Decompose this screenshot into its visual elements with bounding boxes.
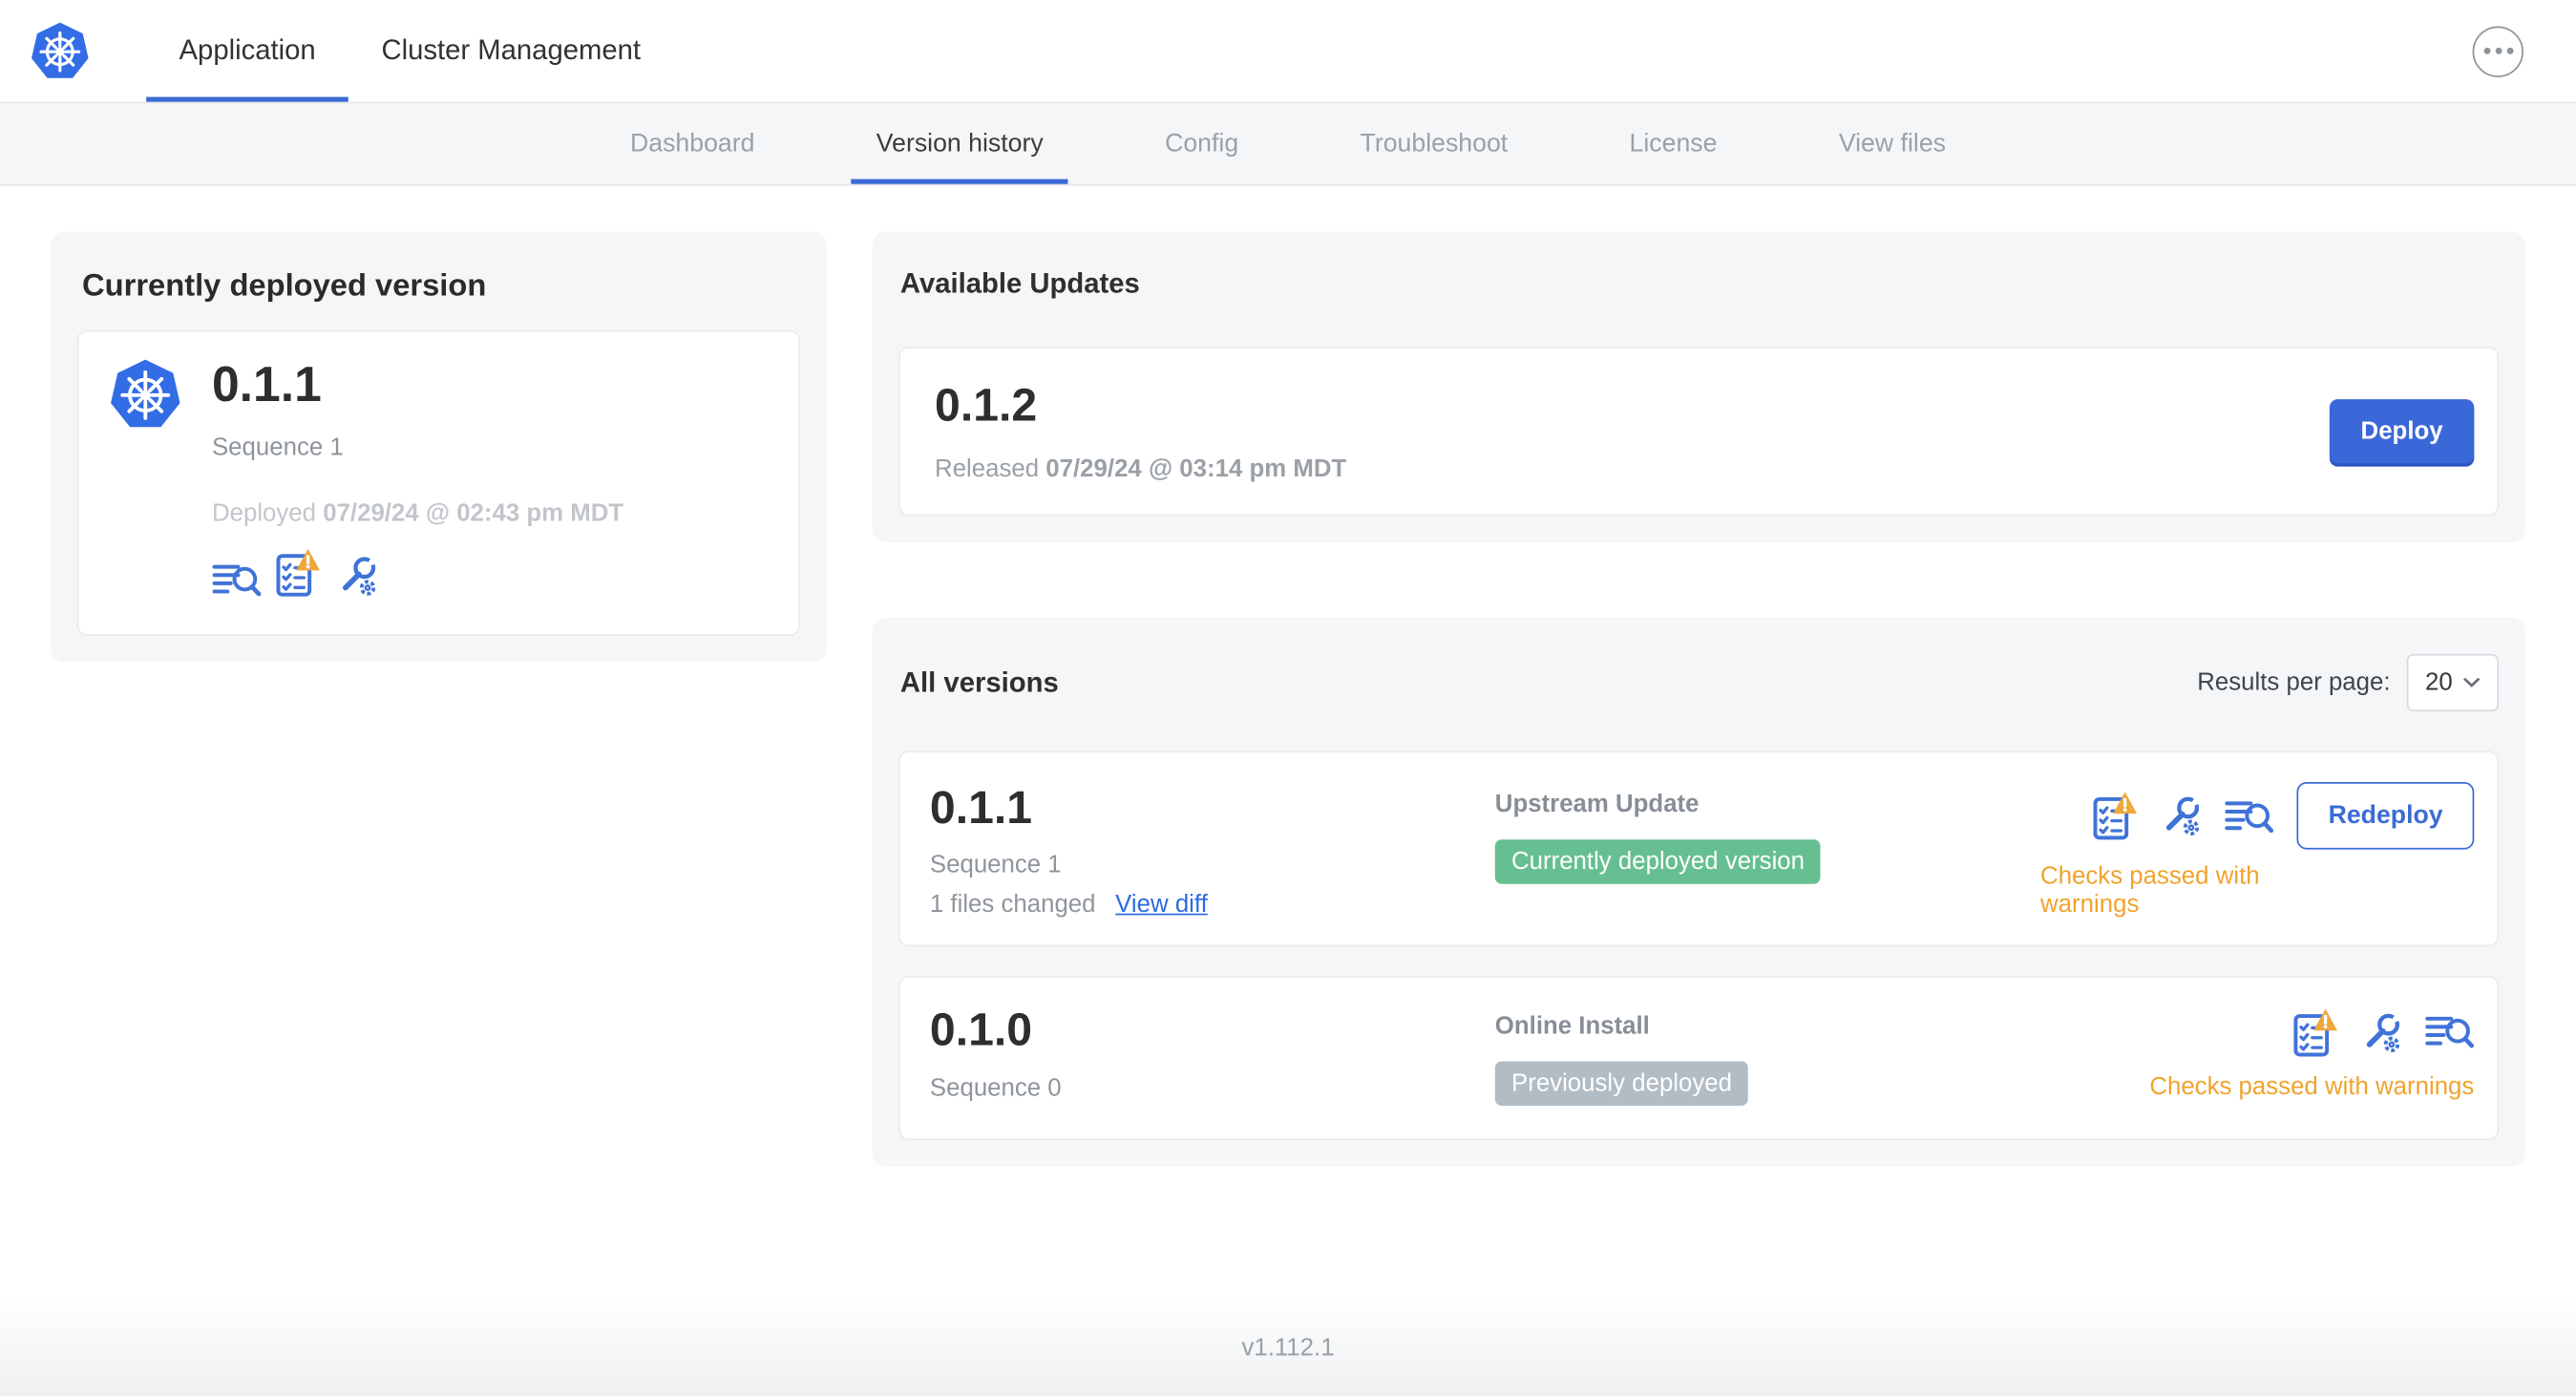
overflow-menu-button[interactable] xyxy=(2472,25,2523,77)
deployed-date-value: 07/29/24 @ 02:43 pm MDT xyxy=(323,499,624,528)
wrench-gear-icon[interactable] xyxy=(335,553,380,598)
deployed-version-panel: 0.1.1 Sequence 1 Deployed 07/29/24 @ 02:… xyxy=(76,329,800,636)
released-date-value: 07/29/24 @ 03:14 pm MDT xyxy=(1045,455,1347,484)
redeploy-button[interactable]: Redeploy xyxy=(2296,782,2475,850)
app-logo xyxy=(16,0,103,102)
version-source-label: Upstream Update xyxy=(1494,790,1700,819)
update-version-number: 0.1.2 xyxy=(935,379,1038,431)
topnav-spacer xyxy=(673,0,2472,102)
top-navigation: Application Cluster Management xyxy=(0,0,2576,104)
main-content: Currently deployed version 0.1.1 Sequenc… xyxy=(0,185,2576,1168)
chevron-down-icon xyxy=(2462,677,2481,688)
row-version-number: 0.1.1 xyxy=(929,782,1033,834)
wrench-gear-icon[interactable] xyxy=(2359,1009,2404,1054)
checks-status-text: Checks passed with warnings xyxy=(2040,862,2260,920)
deployed-date: Deployed 07/29/24 @ 02:43 pm MDT xyxy=(212,499,623,527)
available-updates-title: Available Updates xyxy=(899,267,1140,300)
row-actions xyxy=(2293,1005,2475,1061)
tab-view-files[interactable]: View files xyxy=(1814,103,1971,183)
kubernetes-logo xyxy=(32,21,89,77)
version-row: 0.1.0 Sequence 0 Online Install Previous… xyxy=(898,976,2500,1141)
kubernetes-logo xyxy=(111,359,180,428)
status-badge: Previously deployed xyxy=(1494,1062,1749,1107)
currently-deployed-title: Currently deployed version xyxy=(82,269,487,305)
tab-license[interactable]: License xyxy=(1605,103,1742,183)
view-diff-link[interactable]: View diff xyxy=(1115,891,1208,919)
results-per-page-value: 20 xyxy=(2424,668,2453,697)
checklist-warning-icon[interactable] xyxy=(2293,1007,2337,1058)
list-search-icon[interactable] xyxy=(2425,1014,2475,1050)
results-per-page-select[interactable]: 20 xyxy=(2406,654,2500,712)
tab-dashboard[interactable]: Dashboard xyxy=(605,103,779,183)
tab-troubleshoot[interactable]: Troubleshoot xyxy=(1336,103,1532,183)
console-version: v1.112.1 xyxy=(1241,1333,1335,1362)
topnav-tabs: Application Cluster Management xyxy=(146,0,673,102)
tab-config[interactable]: Config xyxy=(1140,103,1263,183)
tab-version-history[interactable]: Version history xyxy=(852,103,1068,184)
deployed-version-number: 0.1.1 xyxy=(211,358,322,412)
tab-cluster-management[interactable]: Cluster Management xyxy=(348,0,673,102)
ellipsis-icon xyxy=(2482,47,2513,54)
deployed-actions xyxy=(212,547,623,598)
checklist-warning-icon[interactable] xyxy=(276,547,321,598)
row-actions xyxy=(2093,782,2274,850)
currently-deployed-card: Currently deployed version 0.1.1 Sequenc… xyxy=(51,231,827,663)
results-per-page-label: Results per page: xyxy=(2197,668,2391,697)
checks-status-text: Checks passed with warnings xyxy=(2149,1073,2475,1102)
update-released-line: Released 07/29/24 @ 03:14 pm MDT xyxy=(935,455,1346,483)
row-sequence: Sequence 0 xyxy=(929,1073,1062,1102)
released-prefix: Released xyxy=(935,455,1040,484)
list-search-icon[interactable] xyxy=(2225,798,2274,835)
update-row: 0.1.2 Released 07/29/24 @ 03:14 pm MDT D… xyxy=(898,347,2500,517)
all-versions-card: All versions Results per page: 20 0.1.1 … xyxy=(872,618,2525,1168)
version-source-label: Online Install xyxy=(1494,1012,1650,1041)
files-changed-label: 1 files changed xyxy=(929,891,1096,920)
deploy-button[interactable]: Deploy xyxy=(2329,399,2475,464)
version-row: 0.1.1 Sequence 1 1 files changed View di… xyxy=(898,751,2500,947)
tab-application[interactable]: Application xyxy=(146,0,349,102)
row-version-number: 0.1.0 xyxy=(929,1004,1033,1056)
wrench-gear-icon[interactable] xyxy=(2159,793,2204,837)
list-search-icon[interactable] xyxy=(212,561,262,598)
app-window: Application Cluster Management Dashboard… xyxy=(0,0,2576,1396)
footer: v1.112.1 xyxy=(0,1298,2576,1396)
row-sequence: Sequence 1 xyxy=(929,851,1062,880)
checklist-warning-icon[interactable] xyxy=(2093,791,2138,841)
all-versions-title: All versions xyxy=(899,666,1059,698)
available-updates-card: Available Updates 0.1.2 Released 07/29/2… xyxy=(872,231,2525,543)
status-badge: Currently deployed version xyxy=(1494,839,1822,885)
deployed-sequence: Sequence 1 xyxy=(211,434,344,462)
app-section-tabs: Dashboard Version history Config Trouble… xyxy=(0,103,2576,186)
deployed-date-prefix: Deployed xyxy=(211,499,317,528)
